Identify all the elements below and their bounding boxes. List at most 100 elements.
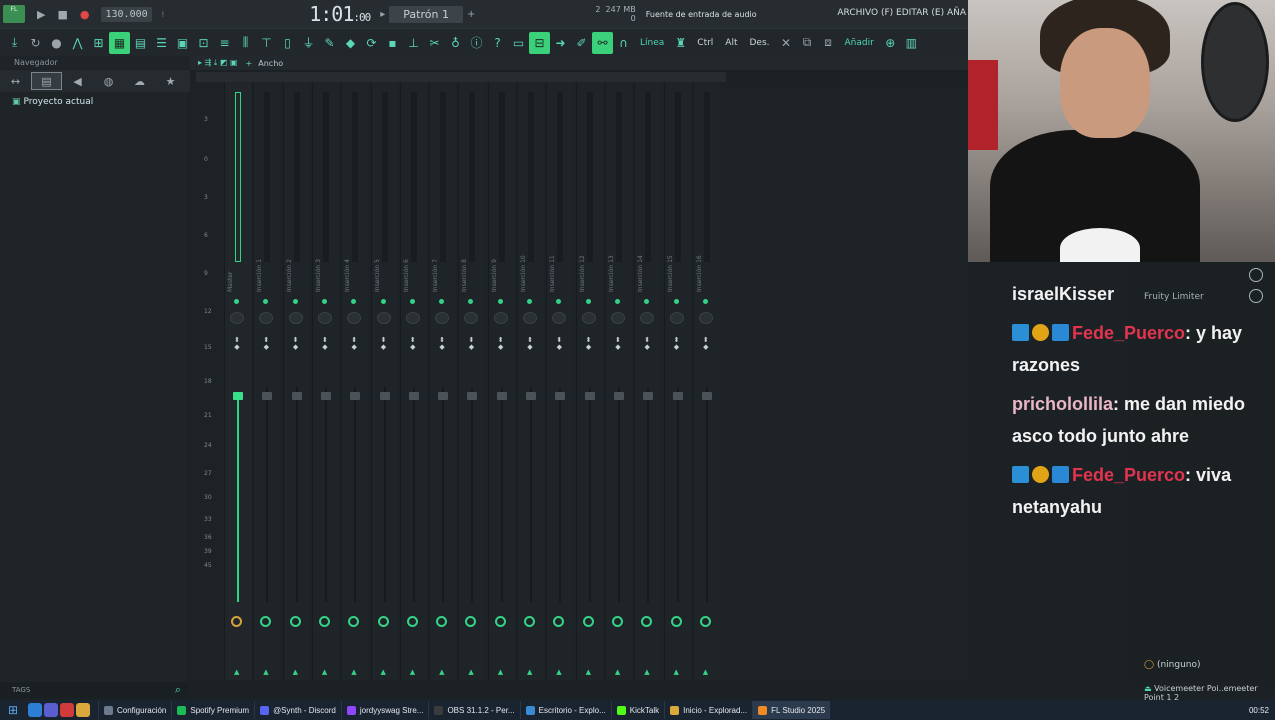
taskbar-item[interactable]: Escritorio - Explo... bbox=[519, 701, 611, 719]
start-icon[interactable]: ⊞ bbox=[0, 700, 26, 720]
send-arrow-icon[interactable]: ▲ bbox=[351, 668, 356, 676]
pan-knob[interactable] bbox=[405, 312, 420, 324]
mixer-strip[interactable]: Inserción 7 ⬍ ◆ ▲ bbox=[429, 82, 457, 680]
volume-fader[interactable] bbox=[559, 387, 562, 602]
send-arrow-icon[interactable]: ▲ bbox=[644, 668, 649, 676]
send-arrow-icon[interactable]: ▲ bbox=[263, 668, 268, 676]
route-icon[interactable] bbox=[524, 616, 535, 627]
playlist-icon[interactable]: ☰ bbox=[151, 32, 172, 54]
mute-led[interactable] bbox=[702, 299, 708, 304]
brush-icon[interactable]: ✎ bbox=[319, 32, 340, 54]
mute-led[interactable] bbox=[644, 299, 650, 304]
mute-led[interactable] bbox=[380, 299, 386, 304]
send-arrow-icon[interactable]: ▲ bbox=[615, 668, 620, 676]
route-icon[interactable] bbox=[436, 616, 448, 627]
route-icon[interactable] bbox=[494, 616, 506, 627]
pan-knob[interactable] bbox=[493, 312, 508, 324]
mute-led[interactable] bbox=[263, 299, 269, 304]
route-icon[interactable] bbox=[553, 616, 565, 627]
mute-led[interactable] bbox=[673, 299, 679, 304]
send-arrow-icon[interactable]: ▲ bbox=[703, 668, 708, 676]
volume-fader[interactable] bbox=[530, 387, 532, 602]
mute-led[interactable] bbox=[614, 299, 620, 304]
stereo-icon[interactable]: ⬍ ◆ bbox=[261, 337, 271, 351]
volume-fader[interactable] bbox=[471, 387, 474, 602]
fader-cap[interactable] bbox=[467, 392, 478, 400]
loop-icon[interactable]: ⟳ bbox=[361, 32, 382, 54]
mixer-strip[interactable]: Inserción 12 ⬍ ◆ ▲ bbox=[575, 82, 603, 680]
pin-icon[interactable]: ⊕ bbox=[880, 32, 901, 54]
tree-icon[interactable]: ⊤ bbox=[256, 32, 277, 54]
stop-button[interactable]: ■ bbox=[57, 8, 67, 21]
taskbar-item[interactable]: KickTalk bbox=[610, 701, 664, 719]
frame-icon[interactable]: ▭ bbox=[508, 32, 529, 54]
volume-fader[interactable] bbox=[676, 387, 679, 602]
mixer-view-icon[interactable]: ⊞ bbox=[88, 32, 109, 54]
effect-slot-none[interactable]: ◯ (ninguno) bbox=[1144, 660, 1201, 670]
fader-cap[interactable] bbox=[701, 392, 712, 400]
stereo-icon[interactable]: ⬍ ◆ bbox=[584, 337, 594, 351]
main-menu[interactable]: ARCHIVO (F) EDITAR (E) AÑA bbox=[837, 8, 966, 18]
fader-cap[interactable] bbox=[408, 392, 419, 400]
record-button[interactable]: ● bbox=[80, 8, 90, 21]
fader-cap[interactable] bbox=[291, 392, 302, 400]
piano-roll-icon[interactable]: ▤ bbox=[130, 32, 151, 54]
stereo-icon[interactable]: ⬍ ◆ bbox=[672, 337, 682, 351]
pattern-prev-icon[interactable]: ▸ bbox=[380, 9, 385, 20]
search-icon[interactable]: ⌕ bbox=[175, 682, 181, 698]
route-icon[interactable] bbox=[465, 616, 477, 627]
send-arrow-icon[interactable]: ▲ bbox=[410, 668, 415, 676]
mixer-strip[interactable]: Inserción 2 ⬍ ◆ ▲ bbox=[282, 82, 310, 680]
mute-led[interactable] bbox=[527, 299, 532, 304]
taskbar-item[interactable]: Inicio - Explorad... bbox=[664, 701, 752, 719]
mic-icon[interactable]: ♁ bbox=[445, 32, 466, 54]
volume-fader[interactable] bbox=[324, 387, 327, 602]
volume-fader[interactable] bbox=[647, 387, 650, 602]
fader-cap[interactable] bbox=[584, 392, 595, 400]
send-arrow-icon[interactable]: ▲ bbox=[586, 668, 591, 676]
stereo-icon[interactable]: ⬍ ◆ bbox=[379, 337, 389, 351]
mixer-strip[interactable]: Inserción 11 ⬍ ◆ ▲ bbox=[546, 82, 574, 680]
star-icon[interactable]: ★ bbox=[155, 72, 186, 90]
alt-button[interactable]: Alt bbox=[725, 38, 737, 48]
width-plus-icon[interactable]: + bbox=[246, 59, 253, 68]
download-icon[interactable]: ⤓ bbox=[4, 32, 25, 54]
stereo-icon[interactable]: ⬍ ◆ bbox=[701, 337, 711, 351]
fader-cap[interactable] bbox=[643, 392, 654, 400]
stereo-icon[interactable]: ⬍ ◆ bbox=[232, 337, 242, 351]
mixer-nav-icon[interactable]: ▸ ⇶ ⤓ ◩ ▣ bbox=[198, 58, 238, 68]
pan-knob[interactable] bbox=[230, 312, 244, 324]
mixer-strip[interactable]: Inserción 3 ⬍ ◆ ▲ bbox=[311, 82, 339, 680]
fader-cap[interactable] bbox=[233, 392, 243, 400]
mute-led[interactable] bbox=[497, 299, 503, 304]
send-arrow-icon[interactable]: ▲ bbox=[381, 668, 386, 676]
mixer-strip[interactable]: Inserción 1 ⬍ ◆ ▲ bbox=[253, 82, 281, 680]
volume-fader[interactable] bbox=[266, 387, 269, 602]
folder-app-icon[interactable] bbox=[76, 703, 90, 717]
fader-cap[interactable] bbox=[526, 392, 536, 400]
send-arrow-icon[interactable]: ▲ bbox=[293, 668, 298, 676]
stereo-icon[interactable]: ⬍ ◆ bbox=[525, 337, 535, 351]
pan-knob[interactable] bbox=[317, 312, 332, 324]
route-icon[interactable] bbox=[231, 616, 242, 627]
stereo-icon[interactable]: ⬍ ◆ bbox=[642, 337, 652, 351]
ctrl-button[interactable]: Ctrl bbox=[697, 38, 713, 48]
mixer-strip[interactable]: Inserción 10 ⬍ ◆ ▲ bbox=[517, 82, 544, 680]
browser-item-current-project[interactable]: ▣ Proyecto actual bbox=[12, 97, 93, 107]
pencil-icon[interactable]: ✐ bbox=[571, 32, 592, 54]
stereo-icon[interactable]: ⬍ ◆ bbox=[349, 337, 359, 351]
taskbar-item[interactable]: jordyyswag Stre... bbox=[340, 701, 429, 719]
pan-knob[interactable] bbox=[552, 312, 567, 324]
shield-icon[interactable]: ♜ bbox=[670, 32, 691, 54]
mute-led[interactable] bbox=[292, 299, 298, 304]
save-icon[interactable]: ▪ bbox=[382, 32, 403, 54]
fader-cap[interactable] bbox=[438, 392, 449, 400]
send-arrow-icon[interactable]: ▲ bbox=[439, 668, 444, 676]
magnet-icon[interactable]: ∩ bbox=[613, 32, 634, 54]
taskbar-item[interactable]: FL Studio 2025 bbox=[752, 701, 831, 719]
volume-fader[interactable] bbox=[617, 387, 620, 602]
fl-logo[interactable]: FL bbox=[3, 5, 25, 23]
pan-knob[interactable] bbox=[288, 312, 303, 324]
mute-led[interactable] bbox=[585, 299, 591, 304]
volume-fader[interactable] bbox=[588, 387, 591, 602]
